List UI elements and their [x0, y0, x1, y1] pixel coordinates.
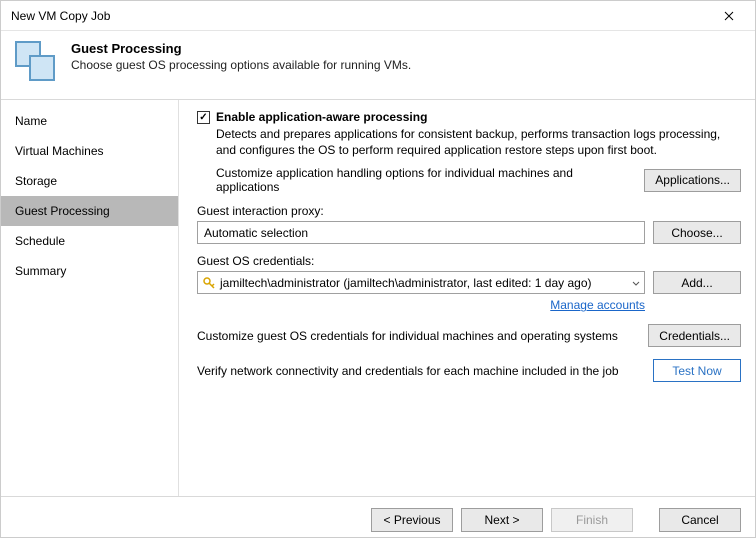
- previous-button[interactable]: < Previous: [371, 508, 453, 532]
- wizard-header: Guest Processing Choose guest OS process…: [1, 31, 755, 100]
- header-icon: [15, 41, 59, 85]
- customize-creds-row: Customize guest OS credentials for indiv…: [197, 324, 741, 347]
- creds-value: jamiltech\administrator (jamiltech\admin…: [220, 276, 592, 290]
- sidebar: Name Virtual Machines Storage Guest Proc…: [1, 100, 179, 496]
- header-text: Guest Processing Choose guest OS process…: [71, 41, 411, 72]
- content-pane: Enable application-aware processing Dete…: [179, 100, 755, 496]
- customize-app-row: Customize application handling options f…: [216, 166, 741, 194]
- verify-row: Verify network connectivity and credenti…: [197, 359, 741, 382]
- enable-app-aware-checkbox[interactable]: [197, 111, 210, 124]
- add-button[interactable]: Add...: [653, 271, 741, 294]
- enable-app-aware-description: Detects and prepares applications for co…: [216, 126, 741, 158]
- key-icon: [202, 276, 216, 290]
- close-icon: [724, 11, 734, 21]
- credentials-button[interactable]: Credentials...: [648, 324, 741, 347]
- creds-combobox[interactable]: jamiltech\administrator (jamiltech\admin…: [197, 271, 645, 294]
- proxy-field[interactable]: Automatic selection: [197, 221, 645, 244]
- customize-creds-text: Customize guest OS credentials for indiv…: [197, 329, 640, 343]
- chevron-down-icon: [632, 276, 640, 290]
- choose-button[interactable]: Choose...: [653, 221, 741, 244]
- sidebar-item-schedule[interactable]: Schedule: [1, 226, 178, 256]
- sidebar-item-virtual-machines[interactable]: Virtual Machines: [1, 136, 178, 166]
- cancel-button[interactable]: Cancel: [659, 508, 741, 532]
- sidebar-item-storage[interactable]: Storage: [1, 166, 178, 196]
- sidebar-item-guest-processing[interactable]: Guest Processing: [1, 196, 178, 226]
- title-bar: New VM Copy Job: [1, 1, 755, 31]
- proxy-label: Guest interaction proxy:: [197, 204, 741, 218]
- page-title: Guest Processing: [71, 41, 411, 56]
- enable-app-aware-row: Enable application-aware processing: [197, 110, 741, 124]
- customize-app-text: Customize application handling options f…: [216, 166, 636, 194]
- enable-app-aware-label: Enable application-aware processing: [216, 110, 427, 124]
- creds-label: Guest OS credentials:: [197, 254, 741, 268]
- proxy-value: Automatic selection: [204, 226, 308, 240]
- sidebar-item-summary[interactable]: Summary: [1, 256, 178, 286]
- manage-accounts-link[interactable]: Manage accounts: [550, 298, 645, 312]
- wizard-footer: < Previous Next > Finish Cancel: [1, 496, 755, 542]
- verify-text: Verify network connectivity and credenti…: [197, 364, 645, 378]
- credentials-section: Guest OS credentials: jamiltech\administ…: [197, 254, 741, 312]
- next-button[interactable]: Next >: [461, 508, 543, 532]
- applications-button[interactable]: Applications...: [644, 169, 741, 192]
- test-now-button[interactable]: Test Now: [653, 359, 741, 382]
- wizard-body: Name Virtual Machines Storage Guest Proc…: [1, 100, 755, 496]
- finish-button[interactable]: Finish: [551, 508, 633, 532]
- page-subtitle: Choose guest OS processing options avail…: [71, 58, 411, 72]
- close-button[interactable]: [709, 2, 749, 30]
- window-title: New VM Copy Job: [11, 9, 709, 23]
- sidebar-item-name[interactable]: Name: [1, 106, 178, 136]
- proxy-section: Guest interaction proxy: Automatic selec…: [197, 204, 741, 244]
